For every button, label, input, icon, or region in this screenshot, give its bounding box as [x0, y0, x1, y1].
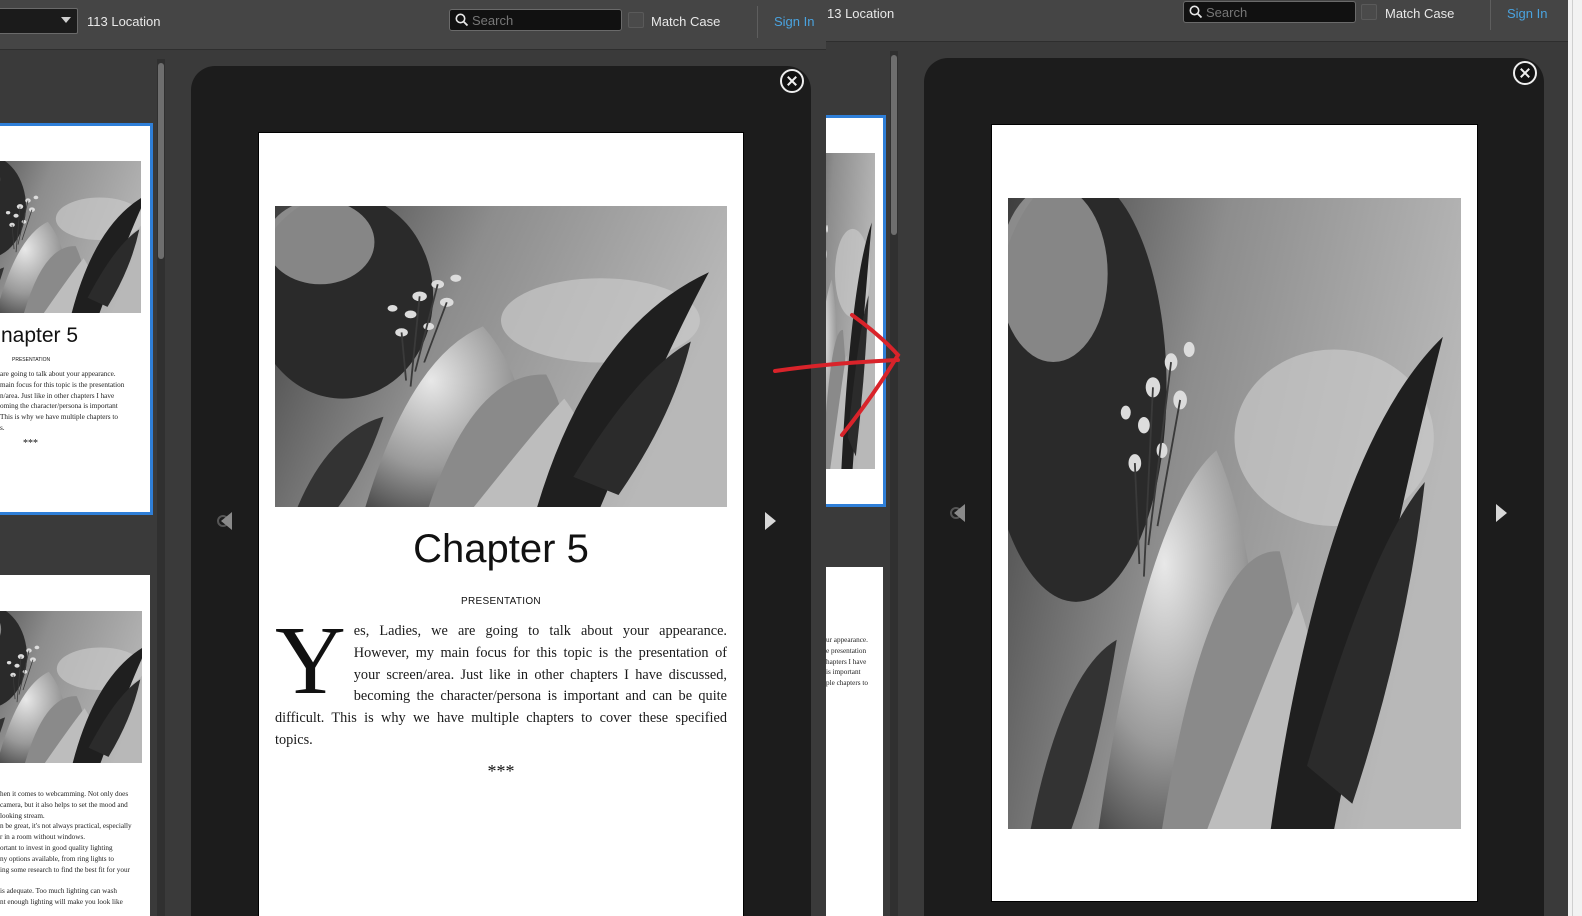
thumbnail-text-line: is important: [826, 668, 861, 677]
thumbnail-text-line: This is why we have multiple chapters to: [0, 413, 118, 422]
sidebar-scrollbar[interactable]: [157, 59, 165, 916]
thumbnail-photo: [0, 611, 142, 763]
thumbnail-text: are going to talk about your appearance.…: [0, 369, 142, 434]
close-icon[interactable]: [1513, 61, 1537, 85]
thumbnail-text-line: camera, but it also helps to set the moo…: [0, 800, 128, 809]
book-page: Chapter 5 PRESENTATION Yes, Ladies, we a…: [258, 132, 744, 916]
search-input[interactable]: [472, 11, 612, 29]
chevron-down-icon: [61, 17, 71, 23]
thumbnail-text-line: s.: [0, 423, 5, 432]
thumbnail-text-line: are going to talk about your appearance.: [0, 370, 116, 378]
match-case-checkbox[interactable]: [1361, 4, 1377, 20]
next-page-icon[interactable]: [765, 512, 776, 530]
thumbnail-text-line: nt enough lighting will make you look li…: [0, 897, 123, 906]
chapter-photo: [275, 206, 727, 507]
thumbnail-text-line: is adequate. Too much lighting can wash: [0, 887, 117, 896]
thumbnail-text-line: hapters I have: [826, 657, 867, 666]
thumbnail-text-line: ortant to invest in good quality lightin…: [0, 843, 113, 852]
thumbnail-text: hen it comes to webcamming. Not only doe…: [0, 789, 142, 908]
prev-page-icon[interactable]: [954, 504, 965, 522]
thumbnail-text-line: ple chapters to: [826, 679, 868, 688]
thumbnail-text-line: main focus for this topic is the present…: [0, 380, 125, 389]
sign-in-link[interactable]: Sign In: [774, 14, 814, 29]
thumbnail-text-line: r in a room without windows.: [0, 833, 86, 842]
match-case-checkbox[interactable]: [628, 12, 644, 28]
search-icon: [1189, 5, 1203, 19]
sidebar-scrollbar[interactable]: [890, 51, 898, 916]
search-input-box[interactable]: [1183, 1, 1356, 23]
search-input[interactable]: [1206, 3, 1346, 21]
thumbnail-text-line: n be great, it's not always practical, e…: [0, 822, 132, 831]
match-case-label: Match Case: [651, 14, 721, 29]
chapter-body-text: Yes, Ladies, we are going to talk about …: [275, 607, 727, 752]
thumbnail-text-line: oming the character/persona is important: [0, 402, 118, 411]
full-page-photo: [1008, 198, 1461, 829]
thumbnail-stars: ***: [23, 438, 38, 449]
thumbnail-text-line: n/area. Just like in other chapters I ha…: [0, 391, 115, 400]
thumbnail-text-line: ur appearance.: [826, 636, 868, 644]
thumbnail-text: ur appearance. e presentation hapters I …: [826, 635, 876, 689]
sidebar-scrollbar-thumb[interactable]: [891, 55, 897, 235]
chapter-title: Chapter 5: [413, 527, 589, 571]
page-thumbnail-selected[interactable]: napter 5 PRESENTATION are going to talk …: [0, 123, 153, 515]
section-break-stars: ***: [487, 761, 515, 781]
prev-page-icon[interactable]: [221, 512, 232, 530]
location-label: 13 Location: [827, 6, 895, 21]
match-case-label: Match Case: [1385, 6, 1455, 21]
left-reader-panel: 113 Location Match Case Sign In napter 5…: [0, 0, 826, 916]
thumbnail-text-line: ny options available, from ring lights t…: [0, 854, 114, 863]
page-thumbnail[interactable]: ur appearance. e presentation hapters I …: [826, 567, 883, 916]
drop-cap: Y: [275, 607, 346, 715]
thumbnail-text-line: [0, 875, 142, 886]
next-page-icon[interactable]: [1496, 504, 1507, 522]
search-icon: [455, 13, 469, 27]
search-input-box[interactable]: [449, 9, 622, 31]
chapter-subtitle: PRESENTATION: [461, 596, 541, 607]
location-dropdown[interactable]: [0, 8, 78, 34]
sign-in-link[interactable]: Sign In: [1507, 6, 1547, 21]
location-label: 113 Location: [87, 14, 161, 29]
thumbnail-text-line: ing some research to find the best fit f…: [0, 865, 130, 874]
thumbnail-sidebar: ur appearance. e presentation hapters I …: [826, 43, 910, 916]
right-reader-panel: 13 Location Match Case Sign In ur appear…: [826, 0, 1568, 916]
thumbnail-text-line: e presentation: [826, 646, 867, 655]
toolbar-divider: [1490, 0, 1491, 30]
page-thumbnail[interactable]: hen it comes to webcamming. Not only doe…: [0, 575, 150, 916]
book-page: [991, 124, 1478, 902]
page-viewer: Chapter 5 PRESENTATION Yes, Ladies, we a…: [191, 66, 811, 916]
thumbnail-subtitle: PRESENTATION: [12, 357, 51, 363]
thumbnail-text-line: hen it comes to webcamming. Not only doe…: [0, 790, 129, 798]
thumbnail-sidebar: napter 5 PRESENTATION are going to talk …: [0, 51, 176, 916]
window-edge-divider: [1572, 0, 1573, 916]
red-arrow-annotation: [773, 313, 901, 437]
close-icon[interactable]: [780, 69, 804, 93]
window-edge: [1568, 0, 1582, 916]
thumbnail-text-line: looking stream.: [0, 811, 45, 820]
thumbnail-photo: [0, 161, 141, 313]
page-viewer: [924, 58, 1544, 916]
thumbnail-chapter-title: napter 5: [1, 324, 79, 347]
toolbar: 13 Location Match Case Sign In: [826, 0, 1568, 42]
sidebar-scrollbar-thumb[interactable]: [158, 63, 164, 259]
toolbar: 113 Location Match Case Sign In: [0, 0, 826, 50]
toolbar-divider: [757, 6, 758, 38]
